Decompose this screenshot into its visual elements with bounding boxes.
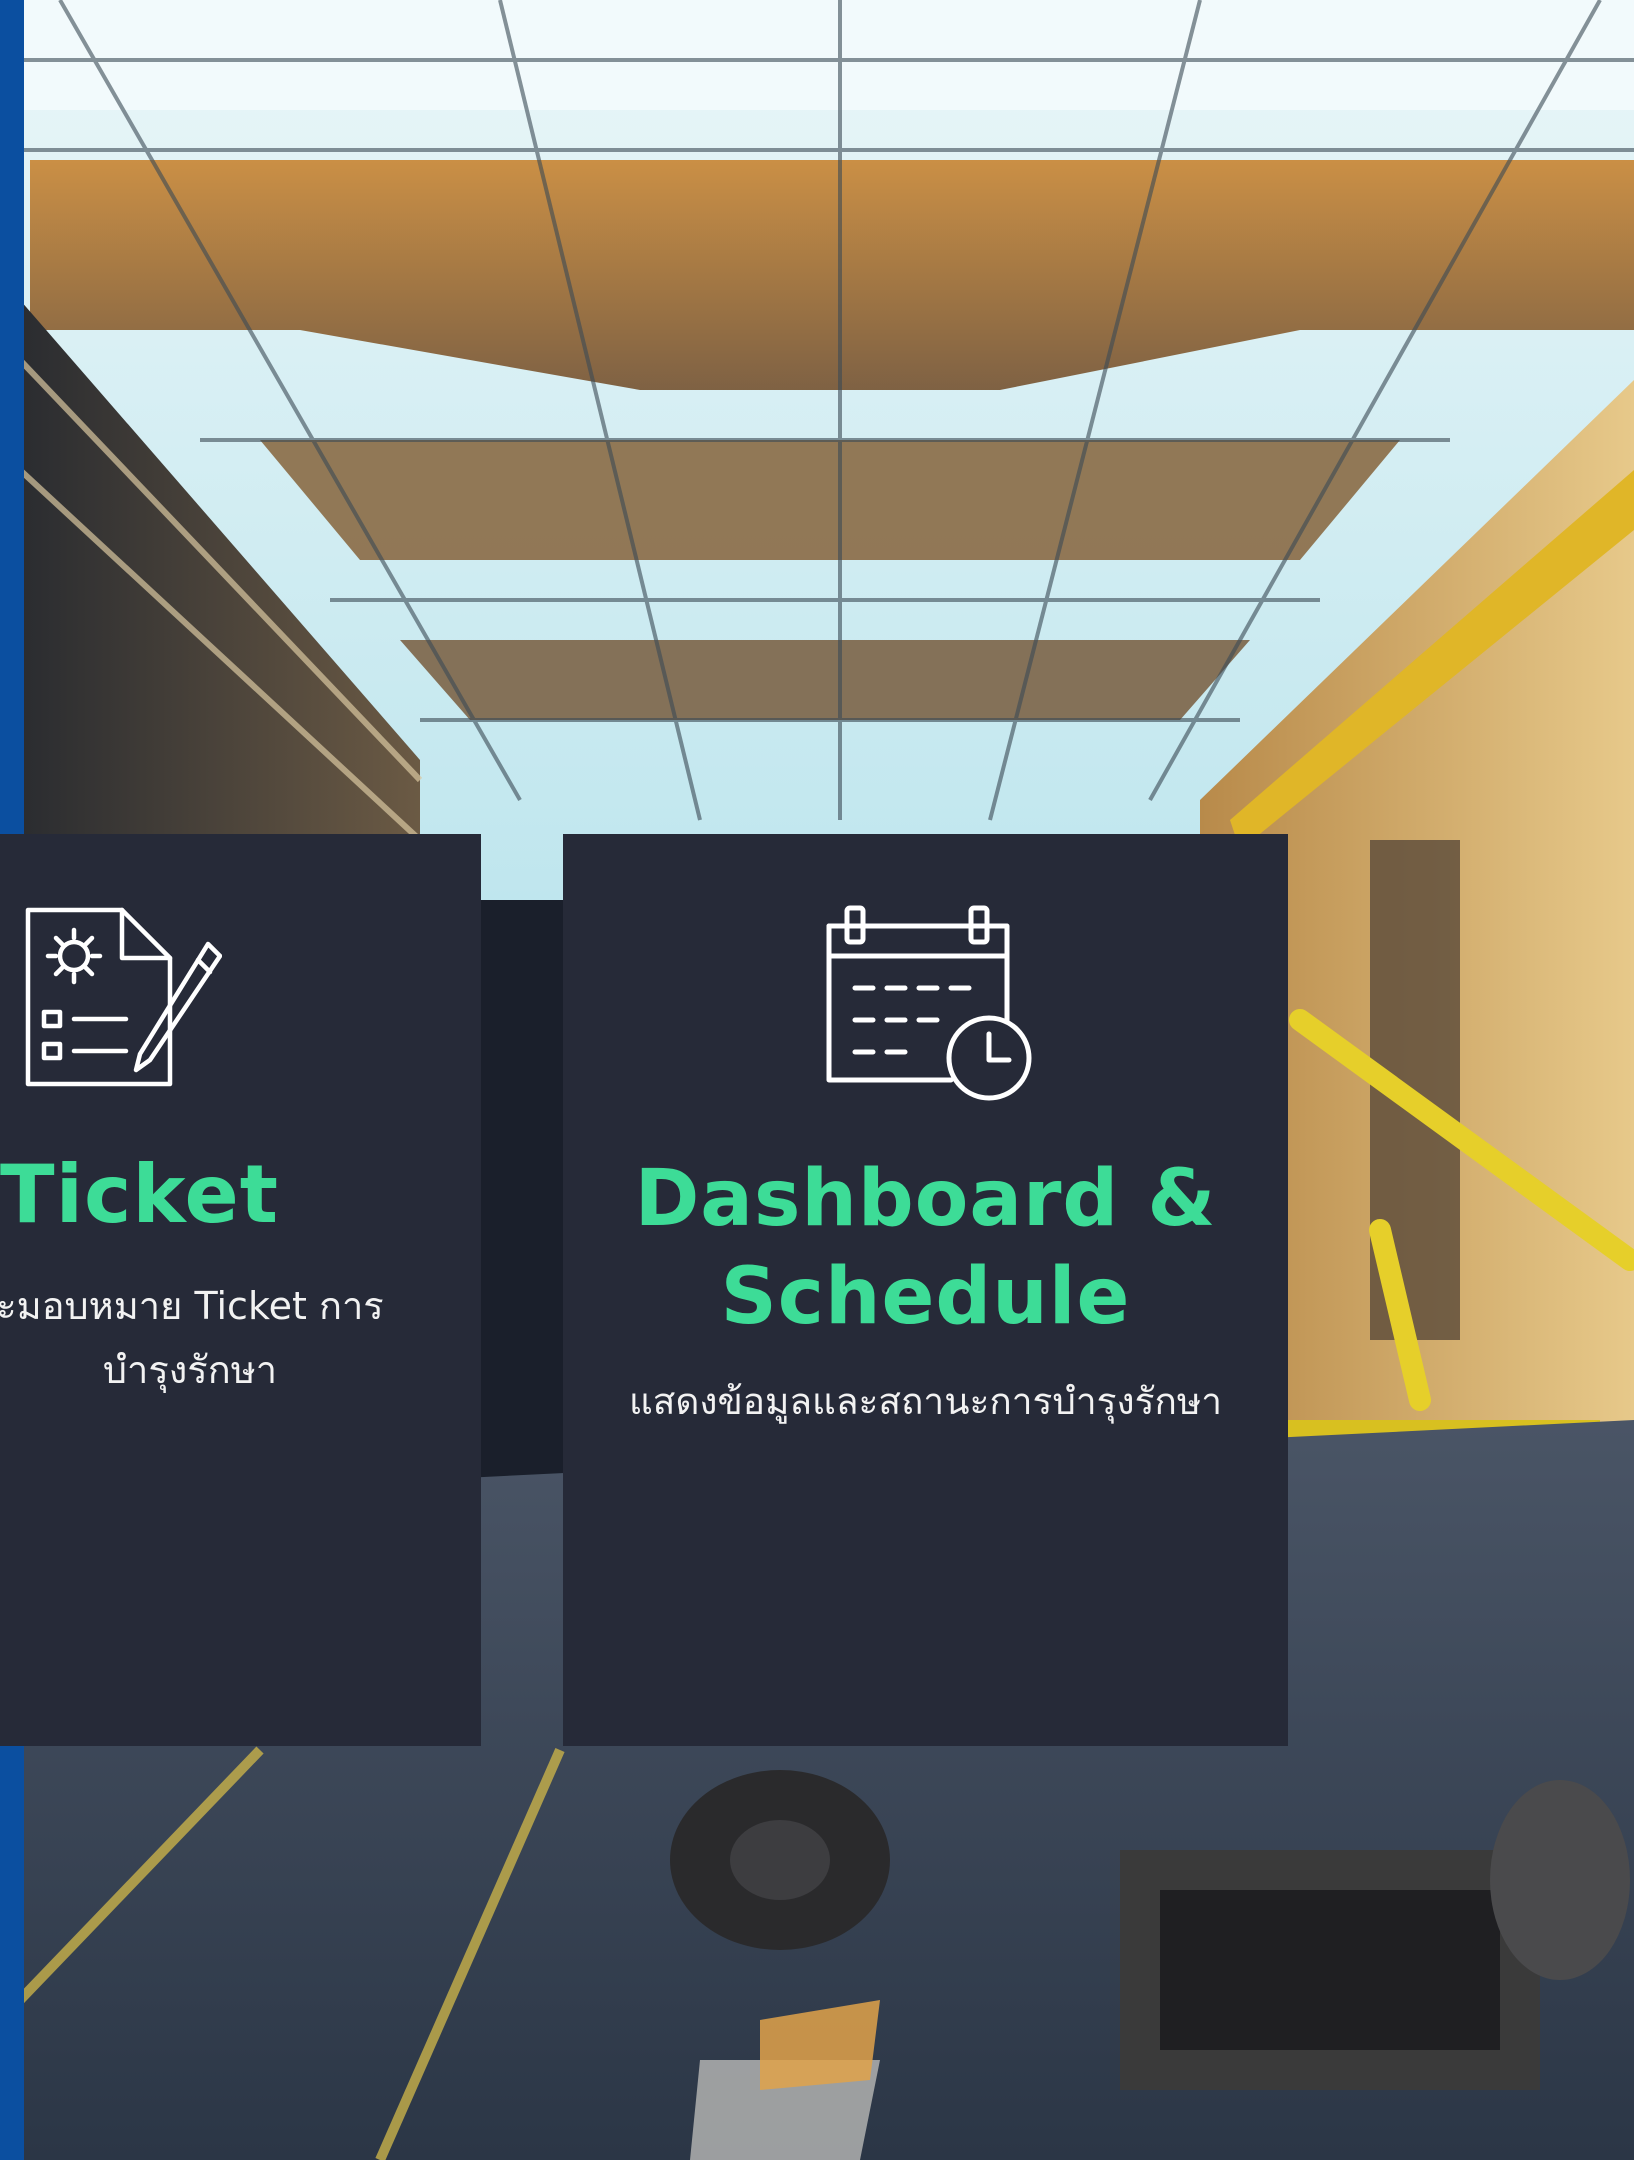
feature-card-dashboard-schedule: Dashboard & Schedule แสดงข้อมูลและสถานะก… (563, 834, 1288, 1746)
card-title-line: Dashboard & (634, 1154, 1217, 1244)
maintenance-document-gear-pencil-icon (25, 907, 222, 1087)
calendar-clock-icon (826, 905, 1032, 1101)
card-title: Ticket (0, 1148, 279, 1241)
card-description-line: ะมอบหมาย Ticket การ (0, 1284, 384, 1328)
card-title-line: Schedule (720, 1252, 1131, 1342)
card-description: ะมอบหมาย Ticket การ บำรุงรักษา (0, 1274, 450, 1402)
card-description: แสดงข้อมูลและสถานะการบำรุงรักษา (628, 1380, 1223, 1423)
card-title: Dashboard & Schedule (563, 1150, 1288, 1346)
card-description-line: บำรุงรักษา (102, 1348, 278, 1392)
feature-card-ticket: Ticket ะมอบหมาย Ticket การ บำรุงรักษา (0, 834, 481, 1746)
